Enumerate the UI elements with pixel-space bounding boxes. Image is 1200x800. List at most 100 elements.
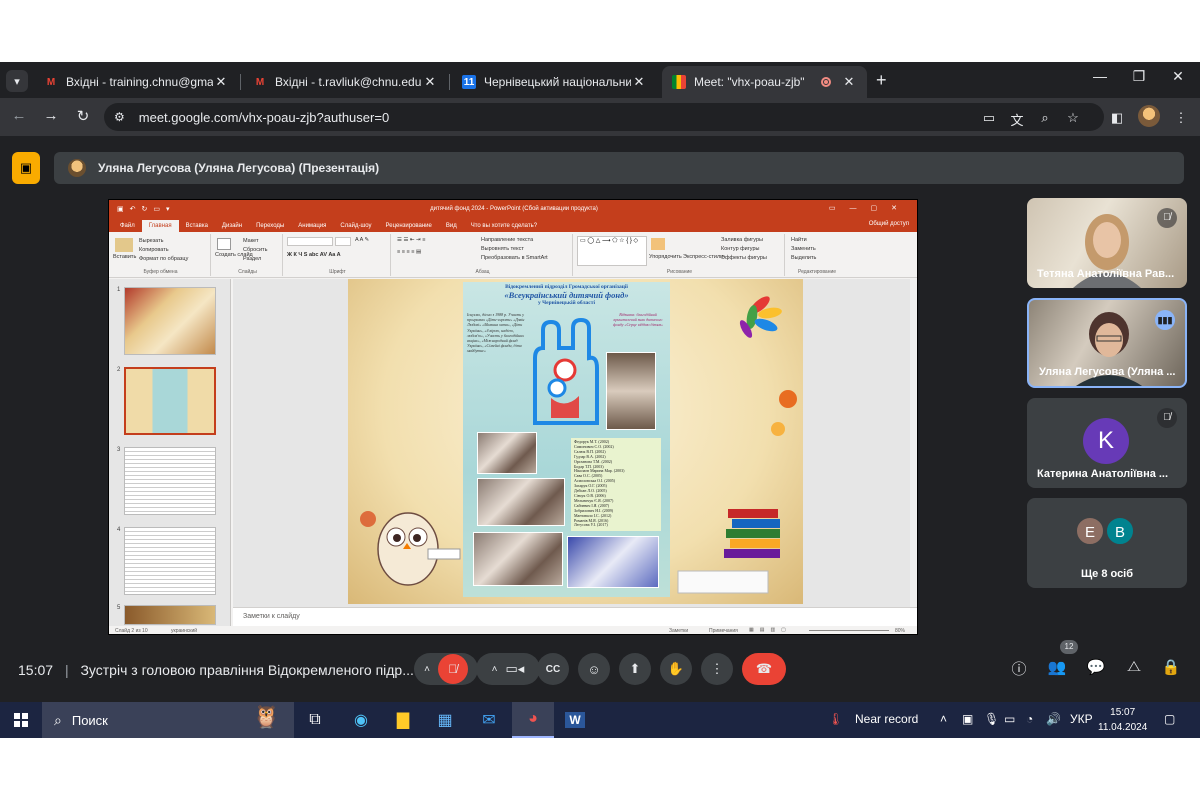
tray-chevron-icon[interactable]: ˄ (940, 712, 947, 726)
weather-text: Near record (855, 712, 919, 726)
more-options-button[interactable]: ⋮ (701, 653, 733, 685)
chevron-up-icon[interactable]: ˄ (492, 664, 498, 675)
others-tile[interactable]: E B Ще 8 осіб (1027, 498, 1187, 588)
tab-university[interactable]: 11 Чернівецький національний у ✕ (452, 66, 657, 98)
recording-icon (821, 77, 831, 87)
volume-icon[interactable]: 🔊 (1046, 712, 1061, 726)
event-photo (473, 532, 563, 586)
close-icon[interactable]: ✕ (631, 74, 647, 90)
battery-icon[interactable]: ▭ (1004, 712, 1015, 726)
copy-label: Копировать (139, 247, 169, 253)
close-icon[interactable]: ✕ (841, 74, 857, 90)
restore-button[interactable]: ❐ (1119, 68, 1159, 85)
reload-button[interactable]: ↻ (72, 107, 94, 125)
tab-search-button[interactable]: ▾ (6, 70, 28, 92)
font-size-icons: A A ✎ (355, 237, 370, 243)
chrome-icon[interactable]: ◕ (512, 702, 554, 738)
participant-name: Уляна Легусова (Уляна ... (1039, 366, 1176, 378)
meet-tray-icon[interactable]: ▣ (962, 712, 973, 726)
task-view-icon[interactable]: ⧉ (294, 702, 336, 738)
host-controls-icon[interactable]: 🔒 (1160, 658, 1182, 676)
raise-hand-button[interactable]: ✋ (660, 653, 692, 685)
ppt-ribbon-tabs: Файл Главная Вставка Дизайн Переходы Ани… (109, 218, 917, 232)
bookmark-star-icon[interactable]: ☆ (1064, 110, 1082, 126)
camera-icon[interactable]: ▭ (980, 110, 998, 126)
store-icon[interactable]: ▦ (424, 702, 466, 738)
ppt-share: Общий доступ (868, 221, 909, 227)
participant-tile[interactable]: K 🎙̸ Катерина Анатоліївна ... (1027, 398, 1187, 488)
ppt-window-controls: ▭—▢✕ (828, 205, 911, 212)
chat-icon[interactable]: 💬 (1085, 658, 1107, 676)
list-item: Легусова У.І. (2017) (574, 522, 608, 528)
search-placeholder: Поиск (71, 712, 108, 728)
profile-avatar[interactable] (1138, 105, 1160, 127)
group-label: Редактирование (797, 269, 837, 275)
language-indicator[interactable]: УКР (1070, 712, 1093, 726)
mic-control[interactable]: ˄ 🎙̸ (414, 653, 478, 685)
activities-icon[interactable]: ⧍ (1123, 658, 1145, 675)
new-tab-button[interactable]: + (876, 70, 887, 91)
translate-icon[interactable]: 文 (1008, 110, 1026, 129)
address-bar[interactable]: ⚙ meet.google.com/vhx-poau-zjb?authuser=… (104, 103, 1104, 131)
taskbar-search[interactable]: ⌕ Поиск 🦉 (42, 702, 294, 738)
presenter-pill: Уляна Легусова (Уляна Легусова) (Презент… (54, 152, 1184, 184)
zoom-icon[interactable]: ⌕ (1036, 110, 1054, 126)
reactions-button[interactable]: ☺ (578, 653, 610, 685)
close-icon[interactable]: ✕ (213, 74, 229, 90)
captions-button[interactable]: CC (537, 653, 569, 685)
more-menu-icon[interactable]: ⋮ (1172, 110, 1190, 126)
current-slide: Відокремлений підрозділ Громадської орга… (348, 279, 803, 604)
microphone-icon[interactable]: 🎙 (984, 712, 999, 726)
side-panel-icon[interactable]: ◧ (1108, 110, 1126, 126)
zoom-level: 80% (895, 628, 906, 634)
reset-label: Сбросить (243, 247, 268, 253)
forward-button[interactable]: → (40, 107, 62, 124)
info-icon[interactable]: ⓘ (1008, 658, 1030, 679)
participant-tile[interactable]: 🎙̸ Тетяна Анатоліївна Рав... (1027, 198, 1187, 288)
close-window-button[interactable]: ✕ (1158, 68, 1198, 85)
event-photo (477, 432, 537, 474)
mic-off-icon[interactable]: 🎙̸ (437, 654, 468, 684)
slide-number: 1 (117, 287, 121, 293)
tab-meet[interactable]: Meet: "vhx-poau-zjb" ✕ (662, 66, 867, 98)
muted-mic-icon: 🎙̸ (1157, 408, 1177, 428)
meet-controls: 15:07 | Зустріч з головою правління Відо… (0, 640, 1200, 694)
shape-fill-label: Заливка фигуры (721, 237, 764, 243)
camera-icon[interactable]: ▭◂ (506, 661, 525, 677)
system-clock[interactable]: 15:07 11.04.2024 (1098, 705, 1147, 735)
minimize-button[interactable]: — (1080, 68, 1120, 84)
file-explorer-icon[interactable]: ▇ (382, 702, 424, 738)
word-icon[interactable]: W (554, 702, 596, 738)
crystal-award-photo (606, 352, 656, 430)
wifi-icon[interactable]: ◔ (1026, 712, 1033, 726)
camera-control[interactable]: ˄ ▭◂ (476, 653, 540, 685)
back-button[interactable]: ← (8, 107, 30, 124)
ppt-tab-view: Вид (445, 223, 457, 229)
shared-screen: ▣↶↻▭▾ дитячий фонд 2024 - PowerPoint (Сб… (108, 199, 918, 635)
stop-presenting-icon[interactable]: ▣ (12, 152, 40, 184)
tab-gmail-ravliuk[interactable]: M Вхідні - t.ravliuk@chnu.edu.ua ✕ (243, 66, 448, 98)
leave-call-button[interactable]: ☎ (742, 653, 786, 685)
present-button[interactable]: ⬆ (619, 653, 651, 685)
ribbon-group-editing: Найти Заменить Выделить Редактирование (787, 234, 847, 276)
chevron-up-icon[interactable]: ˄ (424, 664, 430, 675)
ribbon-group-clipboard: Вставить Вырезать Копировать Формат по о… (111, 234, 211, 276)
tab-gmail-training[interactable]: M Вхідні - training.chnu@gmail.com ✕ (34, 66, 239, 98)
close-icon[interactable]: ✕ (422, 74, 438, 90)
ppt-tab-animation: Анимация (298, 223, 327, 229)
windows-start-icon[interactable] (14, 713, 28, 727)
slide-thumbnail-selected (124, 367, 216, 435)
participant-tile-speaking[interactable]: ▮▮▮ Уляна Легусова (Уляна ... (1027, 298, 1187, 388)
notes-toggle: Заметки (669, 628, 689, 634)
site-info-icon[interactable]: ⚙ (114, 110, 125, 124)
muted-mic-icon: 🎙̸ (1157, 208, 1177, 228)
people-icon[interactable]: 👥 (1046, 658, 1068, 676)
speaking-indicator-icon: ▮▮▮ (1155, 310, 1175, 330)
present-screen-icon: ⬆ (629, 661, 641, 676)
mail-icon[interactable]: ✉ (468, 702, 510, 738)
ppt-tab-transitions: Переходы (256, 223, 285, 229)
section-label: Раздел (243, 256, 262, 262)
edge-icon[interactable]: ◉ (340, 702, 382, 738)
notifications-icon[interactable]: ▢ (1164, 712, 1175, 726)
paste-label: Вставить (113, 254, 137, 260)
